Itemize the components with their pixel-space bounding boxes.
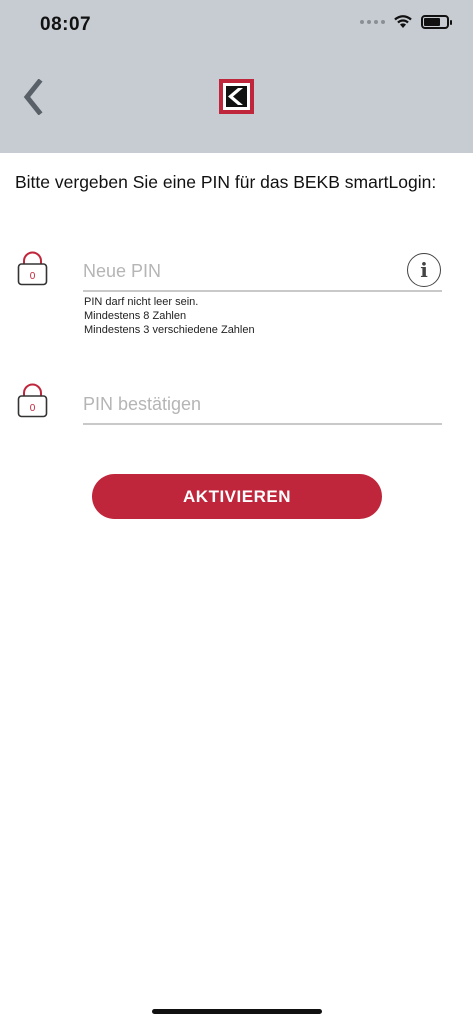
hint-min-length: Mindestens 8 Zahlen — [84, 310, 187, 322]
bekb-logo — [219, 79, 254, 114]
lock-digit: 0 — [30, 403, 36, 414]
activate-button[interactable]: AKTIVIEREN — [92, 474, 382, 519]
home-indicator[interactable] — [152, 1009, 322, 1014]
pin-requirements: PIN darf nicht leer sein. Mindestens 8 Z… — [84, 295, 255, 337]
battery-level — [424, 17, 440, 26]
hint-not-empty: PIN darf nicht leer sein. — [84, 296, 199, 308]
status-time: 08:07 — [40, 14, 92, 35]
confirm-pin-field-wrapper — [83, 385, 442, 425]
new-pin-field-wrapper — [83, 252, 442, 292]
chevron-left-icon — [23, 79, 43, 115]
lock-icon: 0 — [17, 251, 48, 286]
new-pin-input[interactable] — [83, 252, 442, 290]
status-icons — [360, 14, 452, 29]
back-button[interactable] — [18, 76, 48, 118]
header-bar: 08:07 — [0, 0, 473, 153]
info-icon[interactable]: i — [407, 253, 441, 287]
intro-text: Bitte vergeben Sie eine PIN für das BEKB… — [15, 172, 437, 192]
confirm-pin-input[interactable] — [83, 385, 442, 423]
hint-distinct-digits: Mindestens 3 verschiedene Zahlen — [84, 324, 255, 336]
lock-digit: 0 — [30, 271, 36, 282]
lock-icon: 0 — [17, 383, 48, 418]
cellular-signal-icon — [360, 19, 385, 24]
wifi-icon — [394, 15, 412, 28]
battery-icon — [421, 14, 452, 29]
